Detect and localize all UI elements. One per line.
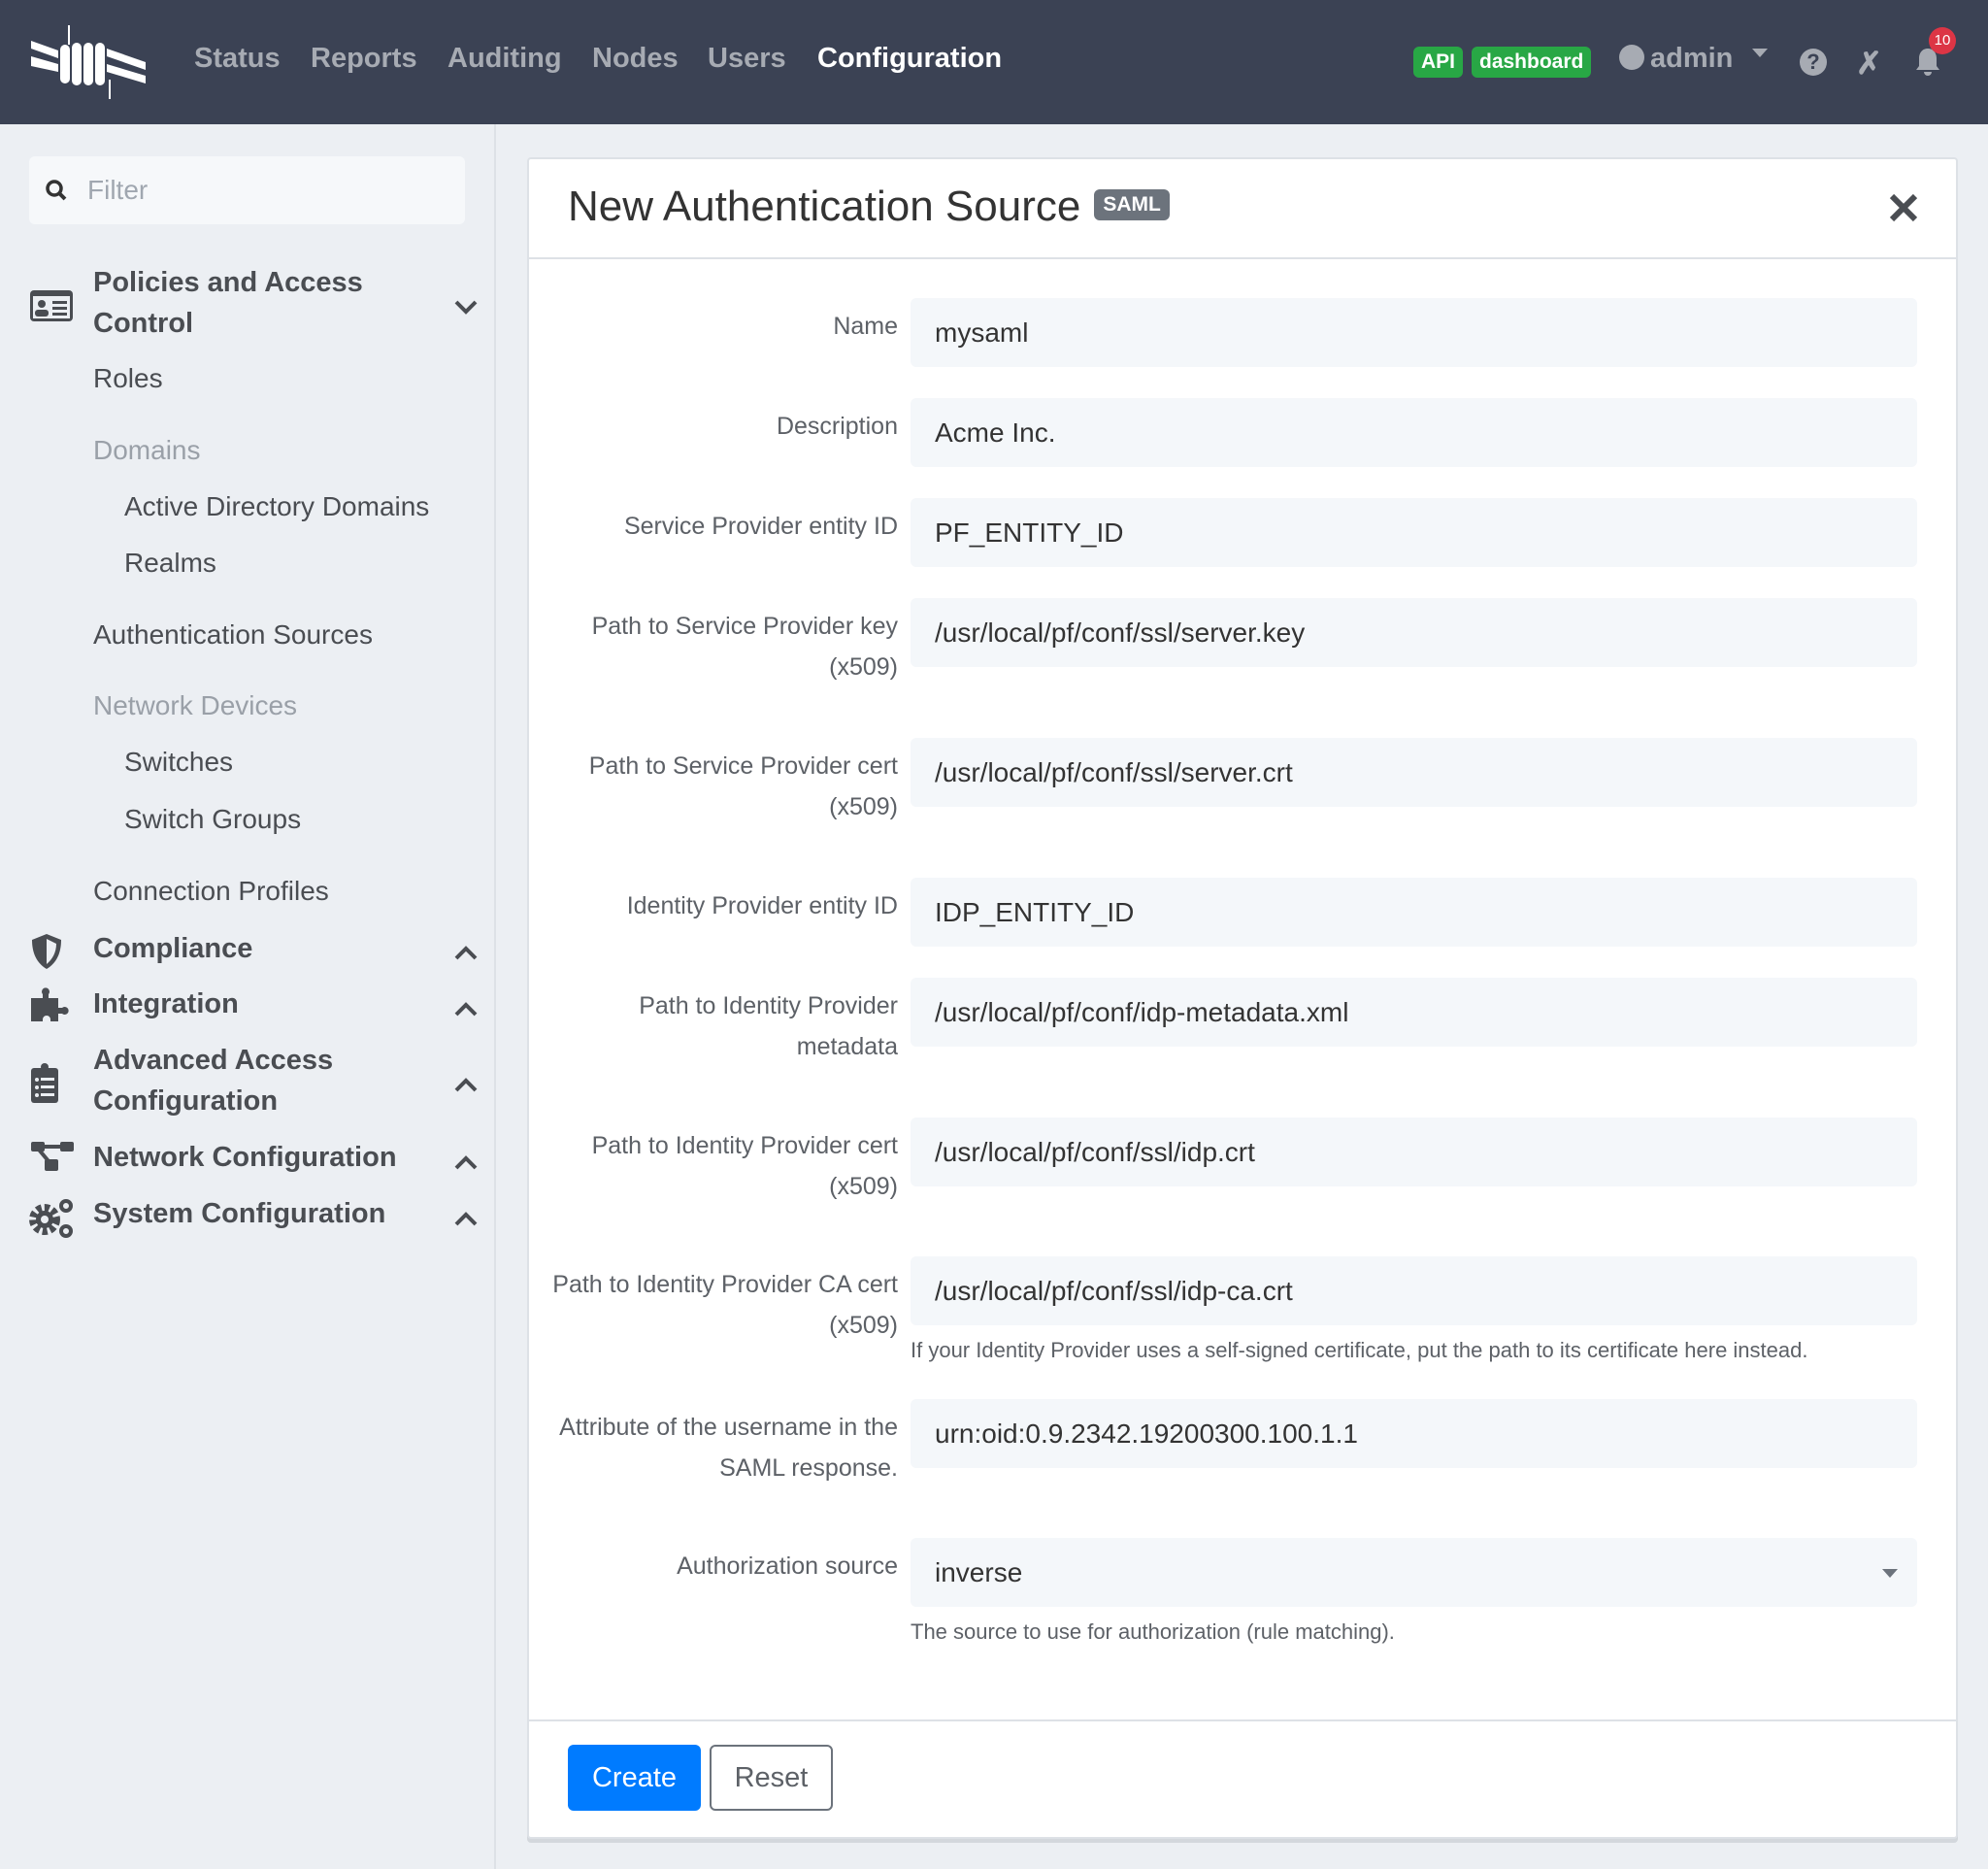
- name-input[interactable]: [911, 298, 1917, 367]
- type-badge: SAML: [1094, 189, 1170, 221]
- sidebar-group-network-devices: Network Devices: [93, 690, 298, 720]
- packetfence-logo[interactable]: [29, 25, 149, 99]
- field-label: Identity Provider entity ID: [626, 892, 898, 919]
- sidebar-section-integration[interactable]: Integration: [93, 984, 239, 1024]
- username: admin: [1650, 43, 1734, 74]
- shield-icon: [32, 934, 61, 969]
- field-label: Path to Service Provider cert (x509): [588, 752, 898, 820]
- sp-cert-input[interactable]: [911, 738, 1917, 807]
- chevron-up-icon[interactable]: [452, 1072, 480, 1099]
- header-divider: [529, 257, 1956, 259]
- user-menu[interactable]: admin: [1619, 43, 1769, 75]
- sidebar-section-advanced-access[interactable]: Advanced Access Configuration: [93, 1040, 423, 1121]
- field-label: Service Provider entity ID: [623, 513, 898, 540]
- nav-auditing[interactable]: Auditing: [447, 43, 562, 75]
- selected-value: inverse: [935, 1557, 1023, 1587]
- filter-box[interactable]: [29, 156, 465, 224]
- sidebar-item-switch-groups[interactable]: Switch Groups: [124, 804, 301, 835]
- nav-configuration[interactable]: Configuration: [817, 43, 1002, 75]
- nav-reports[interactable]: Reports: [311, 43, 417, 75]
- chevron-down-icon[interactable]: [452, 293, 480, 320]
- cogs-icon: [29, 1199, 73, 1238]
- nav-users[interactable]: Users: [708, 43, 786, 75]
- sidebar-section-system-configuration[interactable]: System Configuration: [93, 1193, 385, 1234]
- username-attribute-input[interactable]: [911, 1399, 1917, 1468]
- description-input[interactable]: [911, 398, 1917, 467]
- authorization-source-select[interactable]: inverse: [911, 1538, 1917, 1607]
- sidebar-item-auth-sources[interactable]: Authentication Sources: [93, 619, 373, 651]
- filter-input[interactable]: [87, 156, 456, 224]
- chevron-up-icon[interactable]: [452, 1150, 480, 1177]
- field-help: The source to use for authorization (rul…: [911, 1619, 1395, 1644]
- api-badge[interactable]: API: [1413, 47, 1464, 78]
- sidebar-item-roles[interactable]: Roles: [93, 363, 163, 394]
- search-icon: [46, 180, 67, 201]
- sidebar-item-switches[interactable]: Switches: [124, 747, 233, 778]
- sp-key-input[interactable]: [911, 598, 1917, 667]
- sidebar: [0, 124, 496, 1869]
- sidebar-item-ad-domains[interactable]: Active Directory Domains: [124, 491, 429, 522]
- sidebar-item-connection-profiles[interactable]: Connection Profiles: [93, 876, 329, 907]
- idp-entity-id-input[interactable]: [911, 878, 1917, 947]
- sidebar-group-domains: Domains: [93, 435, 201, 465]
- caret-down-icon: [1882, 1569, 1898, 1585]
- sp-entity-id-input[interactable]: [911, 498, 1917, 567]
- network-icon: [31, 1142, 74, 1171]
- sidebar-section-compliance[interactable]: Compliance: [93, 928, 252, 969]
- nav-status[interactable]: Status: [194, 43, 281, 75]
- notification-count: 10: [1929, 27, 1956, 54]
- field-label: Attribute of the username in the SAML re…: [559, 1414, 898, 1482]
- caret-down-icon: [1752, 49, 1769, 65]
- id-card-icon: [30, 290, 73, 321]
- chevron-up-icon[interactable]: [452, 996, 480, 1023]
- field-label: Name: [833, 313, 898, 340]
- sidebar-section-network-configuration[interactable]: Network Configuration: [93, 1137, 397, 1178]
- field-label: Authorization source: [677, 1552, 898, 1580]
- user-circle-icon: [1619, 45, 1644, 70]
- chevron-up-icon[interactable]: [452, 940, 480, 967]
- new-auth-source-card: New Authentication Source SAML Name Descr…: [527, 157, 1958, 1839]
- title-text: New Authentication Source: [568, 183, 1081, 230]
- dashboard-badge[interactable]: dashboard: [1472, 47, 1592, 78]
- tools-icon[interactable]: ✗: [1856, 45, 1882, 82]
- nav-nodes[interactable]: Nodes: [592, 43, 679, 75]
- card-title: New Authentication Source SAML: [568, 183, 1170, 231]
- chevron-up-icon[interactable]: [452, 1206, 480, 1233]
- sidebar-item-realms[interactable]: Realms: [124, 548, 216, 579]
- field-help: If your Identity Provider uses a self-si…: [911, 1338, 1808, 1362]
- reset-button[interactable]: Reset: [710, 1745, 833, 1811]
- clipboard-list-icon: [31, 1063, 58, 1103]
- create-button[interactable]: Create: [568, 1745, 701, 1811]
- field-label: Path to Service Provider key (x509): [591, 613, 898, 681]
- field-label: Path to Identity Provider CA cert (x509): [552, 1271, 898, 1339]
- idp-ca-cert-input[interactable]: [911, 1256, 1917, 1325]
- field-label: Description: [776, 413, 898, 440]
- sidebar-section-policies[interactable]: Policies and Access Control: [93, 262, 423, 344]
- idp-metadata-input[interactable]: [911, 978, 1917, 1047]
- close-icon[interactable]: [1888, 192, 1919, 223]
- field-label: Path to Identity Provider cert (x509): [591, 1132, 898, 1200]
- help-icon[interactable]: ?: [1800, 49, 1827, 76]
- top-navbar: Status Reports Auditing Nodes Users Conf…: [0, 0, 1988, 124]
- footer-divider: [529, 1719, 1956, 1721]
- puzzle-icon: [31, 987, 69, 1021]
- field-label: Path to Identity Provider metadata: [639, 992, 898, 1060]
- idp-cert-input[interactable]: [911, 1118, 1917, 1186]
